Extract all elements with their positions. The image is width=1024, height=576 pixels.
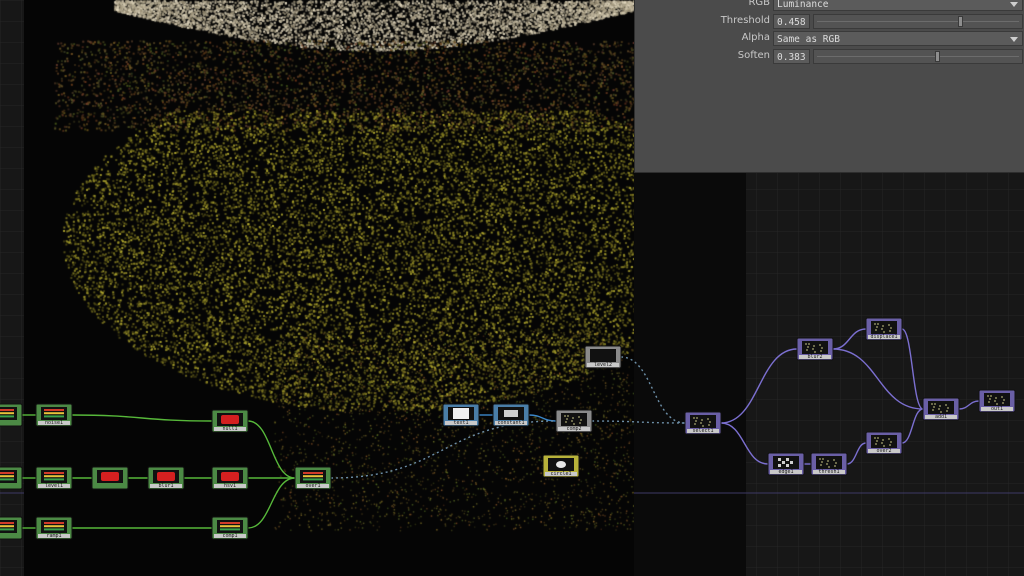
param-alpha-row: Alpha Same as RGB — [635, 31, 1024, 48]
node-g7[interactable]: hsv1 — [211, 466, 249, 490]
node-p4[interactable]: edge1 — [767, 452, 805, 476]
param-soften-value: 0.383 — [777, 52, 806, 63]
node-p3[interactable]: displace1 — [865, 317, 903, 341]
node-g3[interactable] — [0, 466, 23, 490]
soften-slider-handle[interactable] — [934, 51, 940, 62]
node-g9[interactable] — [0, 516, 23, 540]
node-label: displace1 — [870, 334, 897, 340]
node-label: ramp1 — [46, 533, 61, 539]
node-g8[interactable]: null1 — [211, 409, 249, 433]
node-g5[interactable] — [91, 466, 129, 490]
param-threshold-slider[interactable] — [813, 14, 1023, 29]
node-label: thresh1 — [818, 469, 839, 475]
node-label: null1 — [222, 426, 237, 432]
node-label: add1 — [935, 414, 947, 420]
wire[interactable] — [247, 420, 296, 479]
node-p2[interactable]: blur2 — [796, 337, 834, 361]
wire[interactable] — [901, 408, 924, 444]
node-label: comp2 — [566, 426, 581, 432]
wire[interactable] — [620, 356, 686, 424]
node-n2[interactable]: comp2 — [555, 409, 593, 433]
node-label: text1 — [453, 420, 468, 426]
wire[interactable] — [832, 328, 867, 350]
chevron-down-icon — [1010, 2, 1018, 7]
node-b2[interactable]: constant1 — [492, 403, 530, 427]
threshold-slider-handle[interactable] — [957, 16, 963, 27]
param-alpha-label: Alpha — [741, 32, 770, 43]
param-soften-label: Soften — [737, 50, 770, 61]
node-p1[interactable]: select1 — [684, 411, 722, 435]
wire[interactable] — [720, 422, 769, 465]
node-label: over1 — [305, 483, 320, 489]
node-label: level2 — [594, 362, 612, 368]
param-soften-slider[interactable] — [813, 49, 1023, 64]
node-p7[interactable]: add1 — [922, 397, 960, 421]
wire[interactable] — [901, 328, 924, 410]
wire[interactable] — [528, 414, 557, 422]
wire[interactable] — [247, 477, 296, 529]
wire[interactable] — [71, 414, 213, 422]
node-g6[interactable]: blur1 — [147, 466, 185, 490]
param-soften-field[interactable]: 0.383 — [773, 49, 810, 64]
param-threshold-label: Threshold — [720, 15, 770, 26]
node-b1[interactable]: text1 — [442, 403, 480, 427]
wire[interactable] — [958, 400, 980, 410]
param-alpha-value: Same as RGB — [777, 34, 840, 45]
wire[interactable] — [846, 442, 867, 465]
parameter-panel: RGB Luminance Threshold 0.458 Alpha Same… — [634, 0, 1024, 173]
param-alpha-menu[interactable]: Same as RGB — [773, 31, 1023, 46]
node-p8[interactable]: out1 — [978, 389, 1016, 413]
wire[interactable] — [330, 420, 557, 479]
param-rgb-menu[interactable]: Luminance — [773, 0, 1023, 11]
param-rgb-value: Luminance — [777, 0, 829, 10]
chevron-down-icon — [1010, 37, 1018, 42]
node-label: circle1 — [550, 471, 571, 477]
node-label: edge1 — [778, 469, 793, 475]
node-label: hsv1 — [224, 483, 236, 489]
node-label: blur2 — [807, 354, 822, 360]
node-g2[interactable]: noise1 — [35, 403, 73, 427]
node-n1[interactable]: level2 — [584, 345, 622, 369]
node-g4[interactable]: level1 — [35, 466, 73, 490]
node-g1[interactable] — [0, 403, 23, 427]
param-soften-row: Soften 0.383 — [635, 49, 1024, 66]
node-p5[interactable]: thresh1 — [810, 452, 848, 476]
node-g12[interactable]: over1 — [294, 466, 332, 490]
node-label: comp1 — [222, 533, 237, 539]
node-g11[interactable]: comp1 — [211, 516, 249, 540]
param-threshold-value: 0.458 — [777, 17, 806, 28]
param-rgb-label: RGB — [748, 0, 770, 8]
node-g10[interactable]: ramp1 — [35, 516, 73, 540]
node-y1[interactable]: circle1 — [542, 454, 580, 478]
wire[interactable] — [720, 348, 798, 424]
node-label: out1 — [991, 406, 1003, 412]
node-p6[interactable]: over2 — [865, 431, 903, 455]
node-label: over2 — [876, 448, 891, 454]
param-threshold-field[interactable]: 0.458 — [773, 14, 810, 29]
param-rgb-row: RGB Luminance — [635, 0, 1024, 13]
node-label: level1 — [45, 483, 63, 489]
node-label: blur1 — [158, 483, 173, 489]
wire[interactable] — [832, 348, 924, 410]
param-threshold-row: Threshold 0.458 — [635, 14, 1024, 31]
node-label: noise1 — [45, 420, 63, 426]
node-label: select1 — [692, 428, 713, 434]
node-label: constant1 — [497, 420, 524, 426]
wire[interactable] — [591, 420, 686, 424]
